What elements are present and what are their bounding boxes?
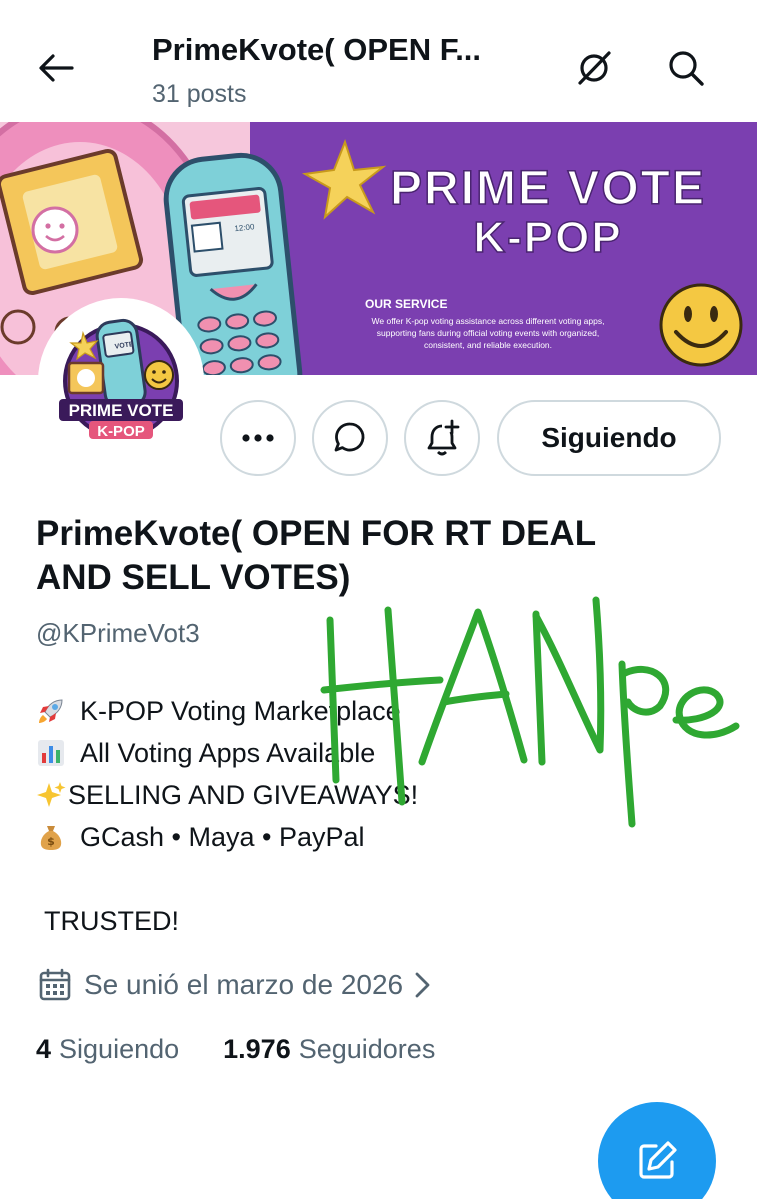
banner-service-text-1: We offer K-pop voting assistance across …: [372, 316, 605, 326]
chevron-right-icon: [415, 972, 430, 998]
grok-button[interactable]: [568, 44, 620, 92]
bio-text-4: GCash • Maya • PayPal: [80, 822, 365, 852]
follow-stats: 4 Siguiendo 1.976 Seguidores: [36, 1034, 479, 1065]
bio-text-2: All Voting Apps Available: [80, 738, 376, 768]
back-arrow-icon: [39, 54, 74, 82]
bio-line: $ GCash • Maya • PayPal: [36, 816, 716, 858]
more-options-button[interactable]: [220, 400, 296, 476]
compose-post-button[interactable]: [598, 1102, 716, 1199]
profile-display-name: PrimeKvote( OPEN FOR RT DEAL AND SELL VO…: [36, 514, 596, 597]
page-title: PrimeKvote( OPEN F...: [152, 32, 482, 67]
more-horizontal-icon: [242, 434, 274, 442]
sparkles-icon: [36, 780, 66, 810]
bio-text-3: SELLING AND GIVEAWAYS!: [68, 780, 419, 810]
grok-icon: [578, 51, 611, 85]
joined-date-text: Se unió el marzo de 2026: [84, 969, 404, 1000]
banner-headline-2: K-POP: [473, 213, 622, 262]
following-button[interactable]: Siguiendo: [497, 400, 721, 476]
money-bag-icon: $: [36, 822, 66, 852]
chat-bubble-icon: [334, 422, 365, 452]
following-label: Siguiendo: [59, 1034, 180, 1064]
bio-line: All Voting Apps Available: [36, 732, 716, 774]
header-title-block: PrimeKvote( OPEN F... 31 posts: [152, 30, 552, 111]
message-button[interactable]: [312, 400, 388, 476]
banner-service-text-2: supporting fans during official voting e…: [377, 328, 599, 338]
banner-headline-1: PRIME VOTE: [390, 162, 706, 215]
followers-stat[interactable]: 1.976 Seguidores: [223, 1034, 435, 1065]
following-stat[interactable]: 4 Siguiendo: [36, 1034, 179, 1065]
joined-date-row[interactable]: Se unió el marzo de 2026: [38, 968, 431, 1002]
banner-service-text-3: consistent, and reliable execution.: [424, 340, 552, 350]
profile-action-row: Siguiendo: [0, 400, 757, 476]
bell-plus-icon: [427, 419, 460, 456]
banner-service-title: OUR SERVICE: [365, 297, 447, 311]
followers-count: 1.976: [223, 1034, 291, 1064]
back-button[interactable]: [30, 44, 82, 92]
top-bar: PrimeKvote( OPEN F... 31 posts: [0, 0, 757, 122]
rocket-icon: [36, 696, 66, 726]
bio-line: SELLING AND GIVEAWAYS!: [36, 774, 716, 816]
profile-bio: K-POP Voting Marketplace All Voting Apps…: [36, 690, 716, 942]
posts-count: 31 posts: [152, 80, 247, 108]
svg-text:$: $: [47, 835, 55, 848]
following-count: 4: [36, 1034, 52, 1064]
search-button[interactable]: [660, 44, 712, 92]
notifications-button[interactable]: [404, 400, 480, 476]
bio-line: K-POP Voting Marketplace: [36, 690, 716, 732]
search-icon: [669, 51, 704, 86]
profile-handle: @KPrimeVot3: [36, 618, 200, 648]
bio-text-1: K-POP Voting Marketplace: [80, 696, 401, 726]
calendar-icon: [39, 968, 71, 1001]
compose-icon: [639, 1141, 677, 1179]
bar-chart-icon: [36, 738, 66, 768]
bio-trusted-text: TRUSTED!: [44, 906, 179, 936]
followers-label: Seguidores: [298, 1034, 436, 1064]
